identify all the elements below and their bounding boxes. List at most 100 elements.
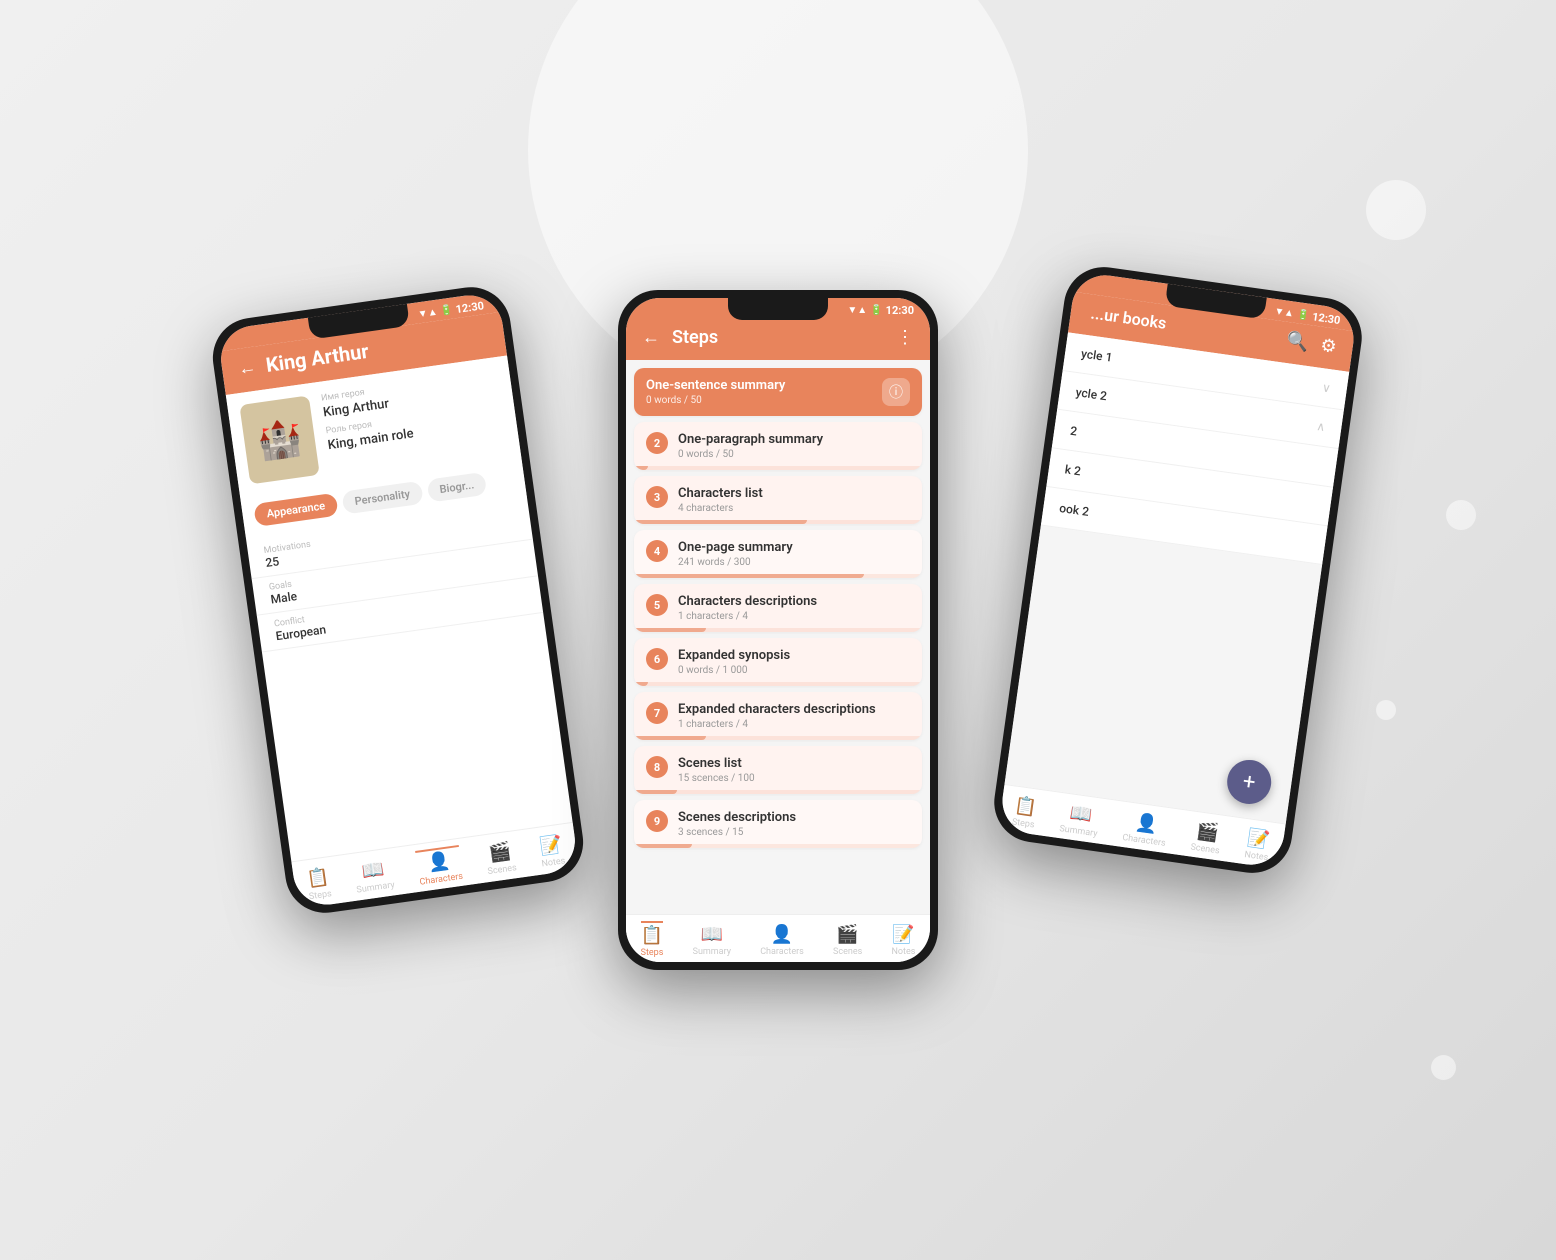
characters-label-right: Characters: [1122, 833, 1167, 849]
scenes-label-right: Scenes: [1190, 842, 1220, 856]
step-number-9: 9: [646, 810, 668, 832]
nav-scenes-center[interactable]: 🎬 Scenes: [833, 924, 862, 957]
step-sub-8: 15 scences / 100: [678, 773, 910, 784]
bottom-nav-center: 📋 Steps 📖 Summary 👤 Characters 🎬 Scenes …: [626, 914, 930, 962]
step-sub-9: 3 scences / 15: [678, 827, 910, 838]
step-number-7: 7: [646, 702, 668, 724]
steps-icon-right: 📋: [1013, 795, 1038, 819]
nav-notes-center[interactable]: 📝 Notes: [891, 924, 915, 957]
battery-icon-left: 🔋: [440, 305, 454, 318]
nav-scenes-right[interactable]: 🎬 Scenes: [1190, 820, 1224, 857]
step-title-9: Scenes descriptions: [678, 810, 910, 825]
summary-label-center: Summary: [693, 947, 731, 957]
nav-characters-right[interactable]: 👤 Characters: [1122, 810, 1170, 849]
step-content-5: Characters descriptions 1 characters / 4: [678, 594, 910, 622]
phone-left: ▼▲ 🔋 12:30 ← King Arthur 🏰 Имя героя Kin…: [208, 282, 589, 918]
step-title-4: One-page summary: [678, 540, 910, 555]
book-chevron-1: ∨: [1321, 380, 1332, 395]
step-item-8[interactable]: 8 Scenes list 15 scences / 100: [634, 746, 922, 794]
nav-notes-left[interactable]: 📝 Notes: [538, 834, 566, 870]
notes-label-left: Notes: [541, 856, 566, 869]
nav-summary-left[interactable]: 📖 Summary: [353, 858, 396, 896]
info-icon-1[interactable]: ⓘ: [882, 378, 910, 406]
step-content-2: One-paragraph summary 0 words / 50: [678, 432, 910, 460]
center-title: Steps: [672, 327, 884, 348]
step-content-8: Scenes list 15 scences / 100: [678, 756, 910, 784]
character-avatar: 🏰: [239, 395, 319, 484]
bg-circle-right-3: [1376, 700, 1396, 720]
phones-container: ▼▲ 🔋 12:30 ← King Arthur 🏰 Имя героя Kin…: [328, 180, 1228, 1080]
step-content-4: One-page summary 241 words / 300: [678, 540, 910, 568]
scenes-icon-left: 🎬: [487, 841, 512, 865]
scenes-icon-center: 🎬: [836, 924, 858, 945]
steps-list: One-sentence summary 0 words / 50 ⓘ 2 On…: [626, 360, 930, 914]
back-icon-left[interactable]: ←: [237, 356, 258, 379]
nav-steps-right[interactable]: 📋 Steps: [1011, 795, 1038, 831]
nav-steps-left[interactable]: 📋 Steps: [305, 866, 332, 902]
step-sub-7: 1 characters / 4: [678, 719, 910, 730]
step-item-2[interactable]: 2 One-paragraph summary 0 words / 50: [634, 422, 922, 470]
signal-icon-left: ▼▲: [417, 307, 438, 321]
nav-steps-center[interactable]: 📋 Steps: [641, 921, 664, 958]
step-content-9: Scenes descriptions 3 scences / 15: [678, 810, 910, 838]
characters-icon-center: 👤: [771, 924, 793, 945]
nav-notes-right[interactable]: 📝 Notes: [1244, 827, 1272, 863]
time-center: 12:30: [886, 304, 914, 317]
menu-icon-center[interactable]: ⋮: [896, 327, 914, 348]
search-icon-right[interactable]: 🔍: [1285, 330, 1310, 354]
step-title-1: One-sentence summary: [646, 378, 872, 393]
step-title-5: Characters descriptions: [678, 594, 910, 609]
step-number-3: 3: [646, 486, 668, 508]
settings-icon-right[interactable]: ⚙: [1319, 335, 1338, 358]
tab-appearance[interactable]: Appearance: [253, 493, 338, 527]
step-content-1: One-sentence summary 0 words / 50: [646, 378, 872, 406]
screen-left: ▼▲ 🔋 12:30 ← King Arthur 🏰 Имя героя Kin…: [217, 291, 580, 909]
nav-characters-center[interactable]: 👤 Characters: [760, 924, 804, 957]
step-title-3: Characters list: [678, 486, 910, 501]
battery-icon-center: 🔋: [870, 305, 882, 316]
bg-circle-right-1: [1366, 180, 1426, 240]
summary-icon-center: 📖: [701, 924, 723, 945]
screen-center: ▼▲ 🔋 12:30 ← Steps ⋮ One-sentence summar…: [626, 298, 930, 962]
scenes-label-center: Scenes: [833, 947, 862, 957]
step-item-9[interactable]: 9 Scenes descriptions 3 scences / 15: [634, 800, 922, 848]
step-title-7: Expanded characters descriptions: [678, 702, 910, 717]
nav-summary-right[interactable]: 📖 Summary: [1059, 801, 1102, 839]
scenes-icon-right: 🎬: [1195, 820, 1220, 844]
step-number-5: 5: [646, 594, 668, 616]
step-content-3: Characters list 4 characters: [678, 486, 910, 514]
center-header: ← Steps ⋮: [626, 319, 930, 360]
status-icons-center: ▼▲ 🔋 12:30: [847, 304, 914, 317]
book-list: ycle 1 ∨ ycle 2 ∧ 2 k 2 ook 2: [1005, 332, 1350, 823]
characters-icon-right: 👤: [1134, 812, 1159, 836]
step-sub-3: 4 characters: [678, 503, 910, 514]
time-left: 12:30: [455, 299, 485, 316]
step-item-6[interactable]: 6 Expanded synopsis 0 words / 1 000: [634, 638, 922, 686]
nav-characters-left[interactable]: 👤 Characters: [415, 845, 463, 888]
step-item-4[interactable]: 4 One-page summary 241 words / 300: [634, 530, 922, 578]
bg-circle-right-4: [1431, 1055, 1456, 1080]
tab-biography[interactable]: Biogr...: [426, 472, 487, 503]
step-item-5[interactable]: 5 Characters descriptions 1 characters /…: [634, 584, 922, 632]
step-item-7[interactable]: 7 Expanded characters descriptions 1 cha…: [634, 692, 922, 740]
step-title-6: Expanded synopsis: [678, 648, 910, 663]
book-name-3: 2: [1069, 424, 1078, 439]
tab-personality[interactable]: Personality: [341, 481, 423, 515]
notes-icon-center: 📝: [892, 924, 914, 945]
back-icon-center[interactable]: ←: [642, 327, 660, 348]
summary-label-right: Summary: [1059, 824, 1098, 839]
avatar-image: 🏰: [254, 416, 304, 464]
characters-label-left: Characters: [419, 872, 464, 888]
book-name-5: ook 2: [1059, 501, 1090, 519]
signal-icon-center: ▼▲: [847, 305, 867, 316]
step-item-1[interactable]: One-sentence summary 0 words / 50 ⓘ: [634, 368, 922, 416]
step-item-3[interactable]: 3 Characters list 4 characters: [634, 476, 922, 524]
step-number-8: 8: [646, 756, 668, 778]
character-fields: Motivations 25 Goals Male Conflict Europ…: [246, 497, 573, 861]
step-title-8: Scenes list: [678, 756, 910, 771]
step-number-6: 6: [646, 648, 668, 670]
nav-scenes-left[interactable]: 🎬 Scenes: [484, 840, 518, 877]
characters-icon-left: 👤: [426, 850, 451, 874]
book-name-4: k 2: [1064, 462, 1082, 478]
nav-summary-center[interactable]: 📖 Summary: [693, 924, 731, 957]
